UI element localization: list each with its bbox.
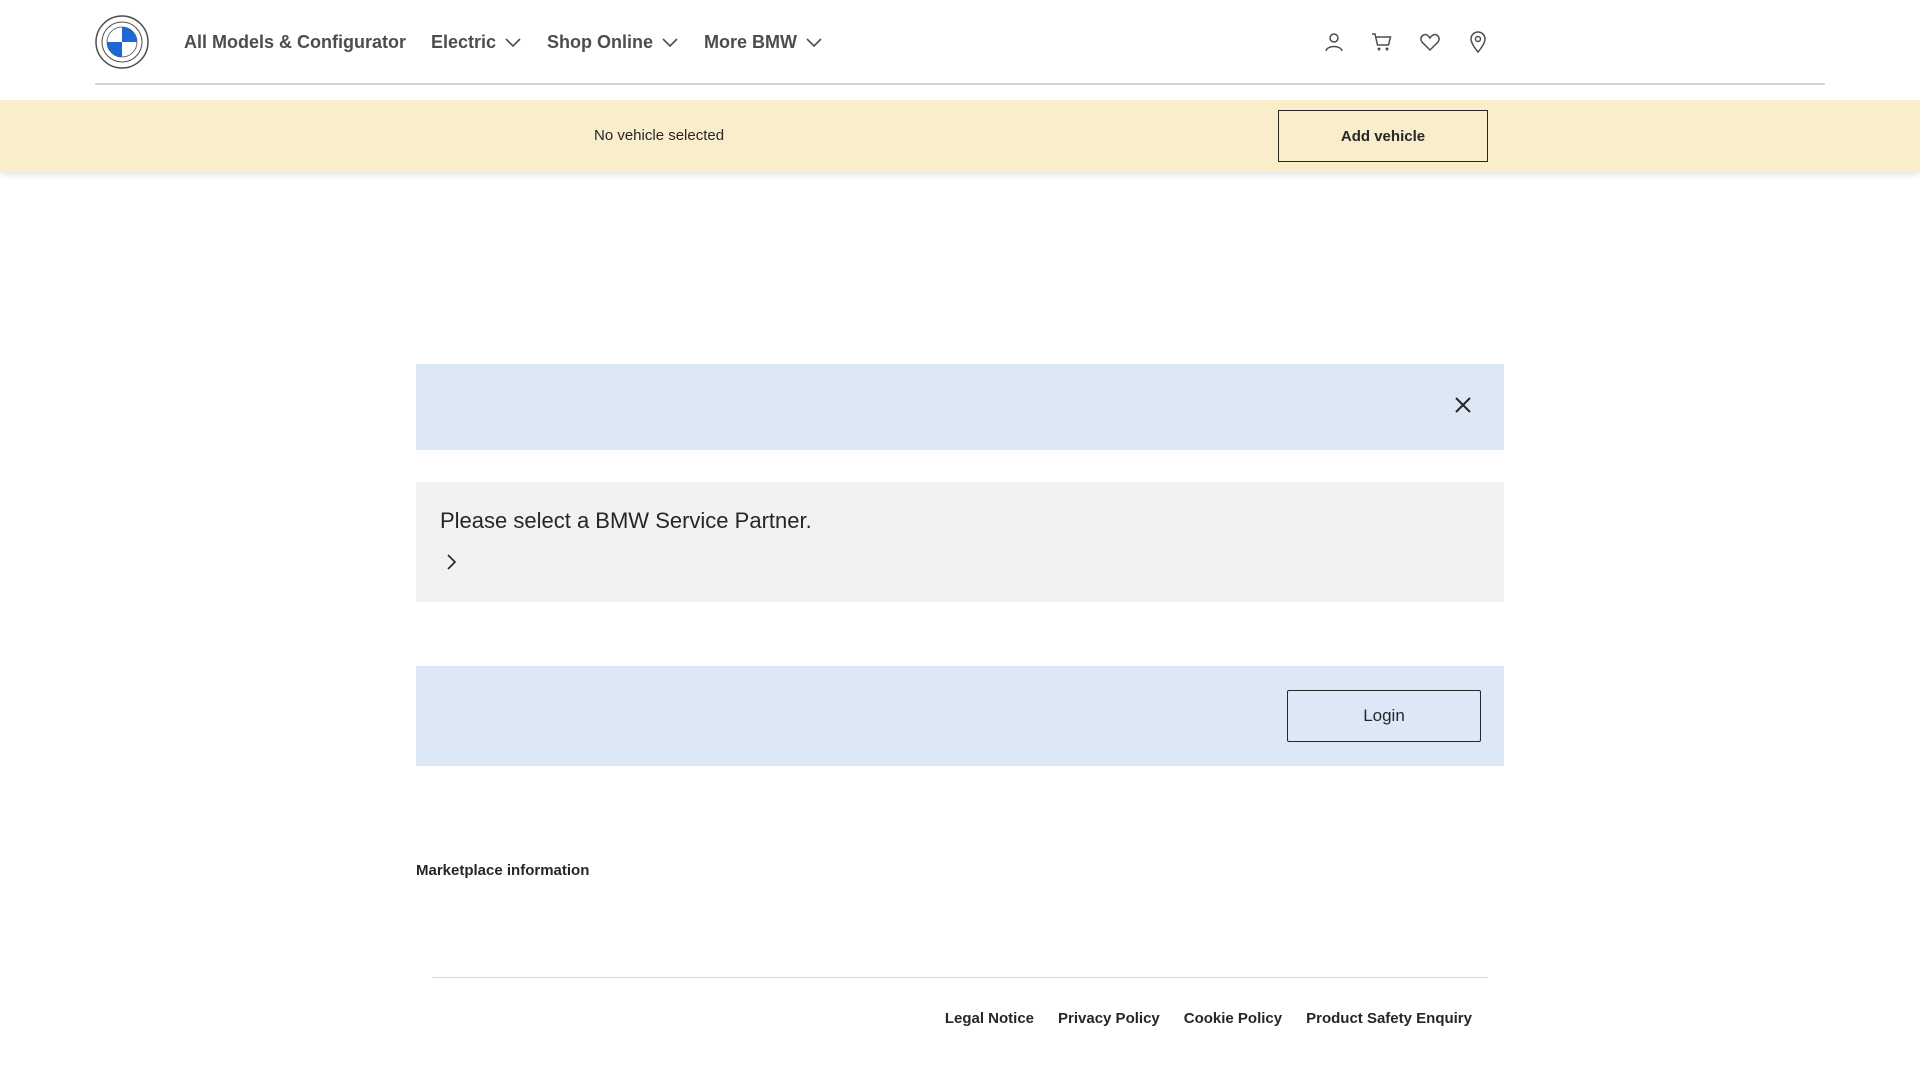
login-banner: Login bbox=[416, 666, 1504, 766]
chevron-down-icon bbox=[662, 38, 678, 48]
chevron-down-icon bbox=[505, 38, 521, 48]
chevron-right-icon[interactable] bbox=[442, 552, 462, 572]
nav-item-shop-online[interactable]: Shop Online bbox=[547, 32, 679, 53]
footer-divider bbox=[432, 977, 1488, 978]
nav-item-all-models[interactable]: All Models & Configurator bbox=[184, 32, 406, 53]
bmw-logo[interactable] bbox=[95, 15, 149, 69]
nav-item-label: Shop Online bbox=[547, 31, 654, 52]
bmw-logo-icon bbox=[95, 15, 149, 69]
user-icon[interactable] bbox=[1322, 30, 1346, 54]
marketplace-information-link[interactable]: Marketplace information bbox=[416, 862, 589, 879]
nav-item-more-bmw[interactable]: More BMW bbox=[704, 32, 823, 53]
info-banner bbox=[416, 364, 1504, 450]
vehicle-status-text: No vehicle selected bbox=[594, 127, 725, 144]
service-partner-title: Please select a BMW Service Partner. bbox=[440, 508, 812, 533]
footer-links: Legal Notice Privacy Policy Cookie Polic… bbox=[921, 1010, 1472, 1027]
location-pin-icon[interactable] bbox=[1466, 30, 1490, 54]
nav-item-label: More BMW bbox=[704, 31, 798, 52]
service-partner-card[interactable]: Please select a BMW Service Partner. bbox=[416, 482, 1504, 602]
heart-icon[interactable] bbox=[1418, 30, 1442, 54]
header-divider bbox=[95, 83, 1825, 85]
footer-link-cookie-policy[interactable]: Cookie Policy bbox=[1184, 1010, 1282, 1027]
site-header: All Models & Configurator Electric Shop … bbox=[0, 0, 1920, 85]
nav-item-electric[interactable]: Electric bbox=[431, 32, 522, 53]
nav-item-label: All Models & Configurator bbox=[184, 31, 406, 52]
header-actions bbox=[1298, 30, 1490, 54]
login-button[interactable]: Login bbox=[1287, 690, 1481, 742]
close-icon[interactable] bbox=[1452, 394, 1474, 416]
chevron-down-icon bbox=[806, 38, 822, 48]
main-nav: All Models & Configurator Electric Shop … bbox=[184, 0, 848, 84]
add-vehicle-button[interactable]: Add vehicle bbox=[1278, 110, 1488, 162]
footer-link-privacy-policy[interactable]: Privacy Policy bbox=[1058, 1010, 1160, 1027]
cart-icon[interactable] bbox=[1370, 30, 1394, 54]
nav-item-label: Electric bbox=[431, 31, 497, 52]
footer-link-legal-notice[interactable]: Legal Notice bbox=[945, 1010, 1034, 1027]
vehicle-selection-bar: No vehicle selected Add vehicle bbox=[0, 100, 1920, 172]
footer-link-product-safety-enquiry[interactable]: Product Safety Enquiry bbox=[1306, 1010, 1472, 1027]
